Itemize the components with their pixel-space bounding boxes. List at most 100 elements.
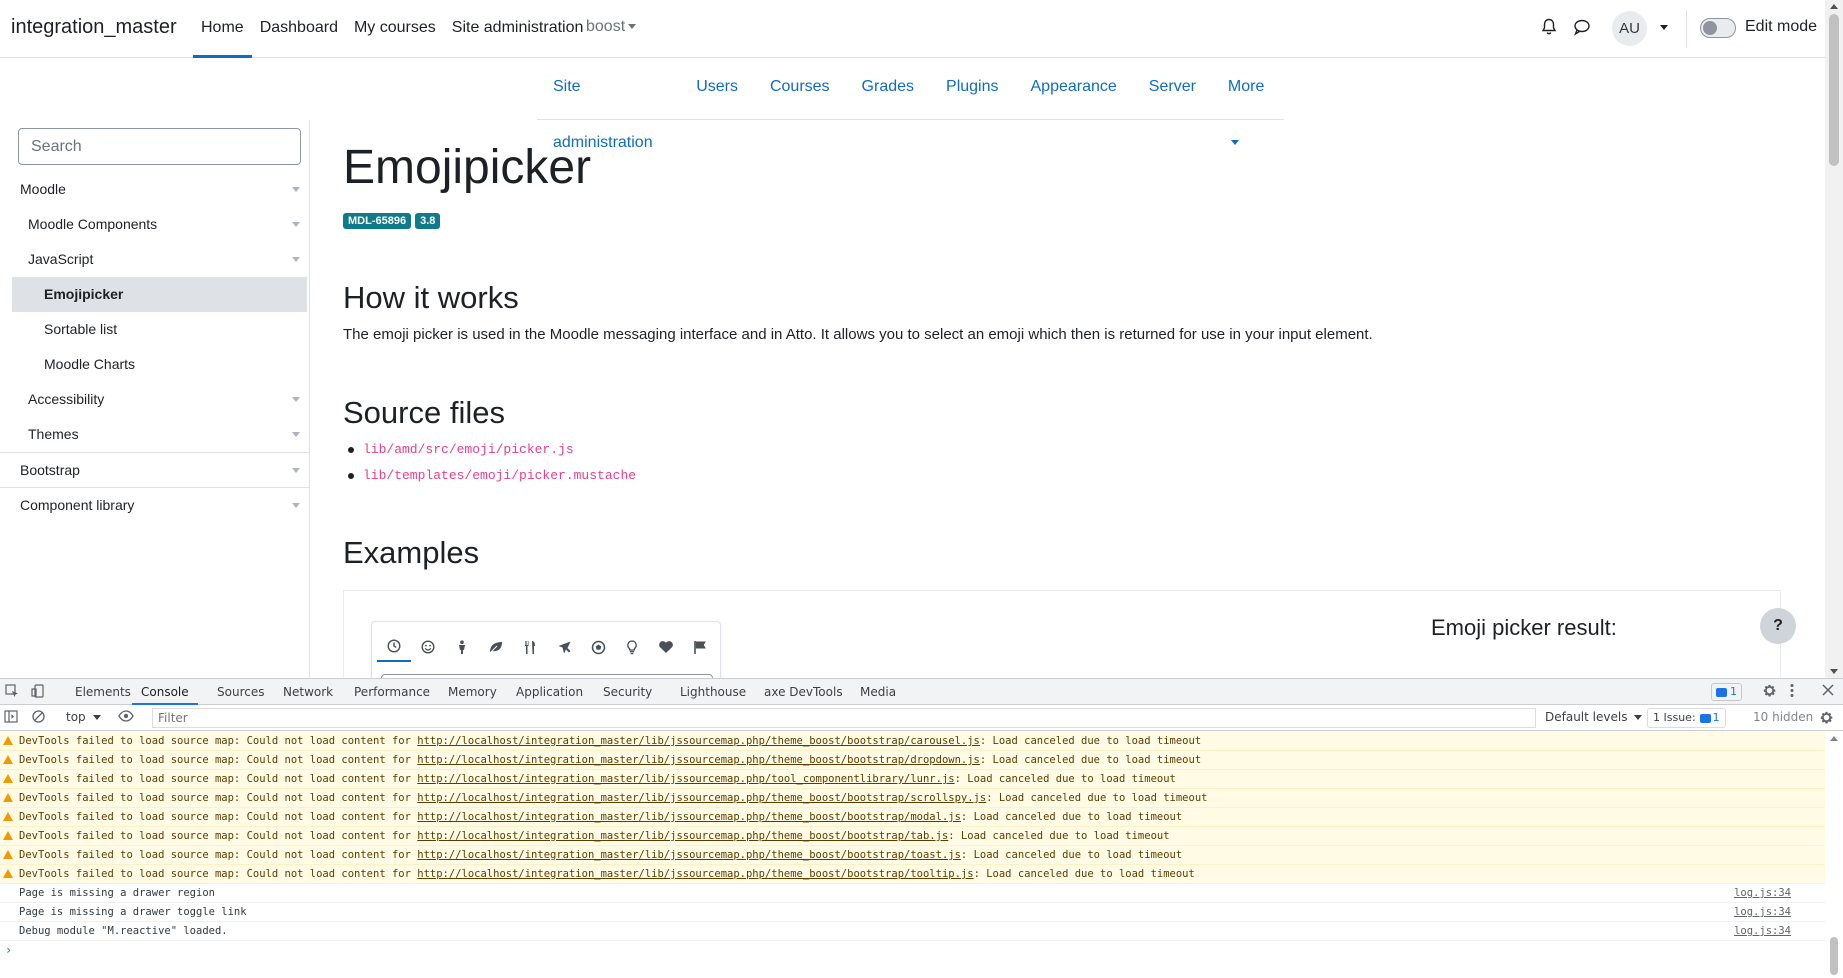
message-icon — [1716, 687, 1727, 697]
console-warning: DevTools failed to load source map: Coul… — [0, 770, 1825, 789]
more-options-icon[interactable] — [1790, 683, 1794, 701]
nav-site-administration[interactable]: Site administration — [444, 0, 592, 58]
expand-icon[interactable] — [292, 468, 300, 473]
secnav-courses[interactable]: Courses — [754, 59, 846, 119]
lightbulb-icon[interactable] — [615, 632, 649, 662]
page-scrollbar[interactable] — [1825, 0, 1843, 678]
tree-item-sortable-list[interactable]: Sortable list — [0, 312, 310, 347]
smiley-icon[interactable] — [411, 632, 445, 662]
settings-gear-icon[interactable] — [1762, 683, 1777, 701]
tree-item-moodle-components[interactable]: Moodle Components — [0, 207, 310, 242]
secnav-appearance[interactable]: Appearance — [1015, 59, 1133, 119]
devtools-tab-network[interactable]: Network — [283, 679, 333, 705]
issues-chip[interactable]: 1 — [1711, 683, 1742, 701]
log-source-link[interactable]: log.js:34 — [1734, 903, 1791, 921]
expand-icon[interactable] — [292, 222, 300, 227]
edit-mode-toggle[interactable] — [1700, 18, 1736, 38]
tree-item-moodle[interactable]: Moodle — [0, 172, 310, 207]
inspect-element-icon[interactable] — [5, 684, 19, 701]
secnav-grades[interactable]: Grades — [846, 59, 930, 119]
sidebar-search-input[interactable] — [18, 128, 301, 165]
scroll-up-arrow-icon[interactable] — [1830, 4, 1838, 9]
nav-my-courses[interactable]: My courses — [346, 0, 444, 58]
tree-item-themes[interactable]: Themes — [0, 417, 310, 452]
tree-item-moodle-charts[interactable]: Moodle Charts — [0, 347, 310, 382]
source-map-link[interactable]: http://localhost/integration_master/lib/… — [417, 830, 948, 842]
tree-item-label: Sortable list — [44, 321, 118, 337]
leaf-icon[interactable] — [479, 632, 513, 662]
log-source-link[interactable]: log.js:34 — [1734, 922, 1791, 940]
tree-item-component-library[interactable]: Component library — [0, 487, 310, 522]
messages-chat-icon[interactable] — [1573, 18, 1591, 40]
expand-icon[interactable] — [292, 257, 300, 262]
devtools-tab-memory[interactable]: Memory — [448, 679, 497, 705]
clear-console-icon[interactable] — [32, 710, 45, 726]
devtools-tab-media[interactable]: Media — [860, 679, 896, 705]
plane-icon[interactable] — [547, 632, 581, 662]
site-brand[interactable]: integration_master — [11, 16, 177, 39]
issues-button[interactable]: 1 Issue: 1 — [1647, 708, 1726, 728]
console-scrollbar-thumb[interactable] — [1830, 937, 1838, 975]
help-button[interactable]: ? — [1760, 608, 1796, 644]
secnav-plugins[interactable]: Plugins — [930, 59, 1014, 119]
devtools-tab-elements[interactable]: Elements — [75, 679, 131, 705]
source-map-link[interactable]: http://localhost/integration_master/lib/… — [417, 849, 961, 861]
close-icon[interactable] — [1822, 684, 1834, 699]
notifications-bell-icon[interactable] — [1541, 18, 1557, 40]
expand-icon[interactable] — [292, 397, 300, 402]
devtools-tab-security[interactable]: Security — [603, 679, 652, 705]
source-map-link[interactable]: http://localhost/integration_master/lib/… — [417, 735, 980, 747]
user-menu-chevron-icon[interactable] — [1660, 25, 1668, 30]
heart-icon[interactable] — [649, 632, 683, 662]
tree-item-javascript[interactable]: JavaScript — [0, 242, 310, 277]
context-selector-label: top — [66, 710, 86, 724]
theme-dropdown[interactable]: boost — [586, 18, 637, 36]
expand-icon[interactable] — [292, 187, 300, 192]
live-expression-eye-icon[interactable] — [118, 710, 134, 725]
how-it-works-heading: How it works — [343, 280, 519, 315]
console-settings-gear-icon[interactable] — [1819, 710, 1834, 728]
devtools-tab-performance[interactable]: Performance — [354, 679, 430, 705]
source-map-link[interactable]: http://localhost/integration_master/lib/… — [417, 868, 973, 880]
person-icon[interactable] — [445, 632, 479, 662]
secnav-more[interactable]: More — [1212, 59, 1284, 146]
source-map-link[interactable]: http://localhost/integration_master/lib/… — [417, 754, 980, 766]
source-map-link[interactable]: http://localhost/integration_master/lib/… — [417, 792, 986, 804]
nav-dashboard[interactable]: Dashboard — [252, 0, 346, 58]
devtools-tab-axe[interactable]: axe DevTools — [764, 679, 843, 705]
clock-icon[interactable] — [377, 632, 411, 662]
expand-icon[interactable] — [292, 432, 300, 437]
source-map-link[interactable]: http://localhost/integration_master/lib/… — [417, 811, 961, 823]
tree-item-emojipicker[interactable]: Emojipicker — [12, 277, 307, 312]
console-prompt[interactable]: › — [0, 941, 1825, 959]
device-toolbar-icon[interactable] — [31, 684, 45, 701]
tracker-badge[interactable]: MDL-65896 — [343, 213, 412, 229]
tree-item-bootstrap[interactable]: Bootstrap — [0, 452, 310, 487]
source-files-heading: Source files — [343, 395, 505, 430]
log-text: Page is missing a drawer region — [19, 887, 215, 899]
source-map-link[interactable]: http://localhost/integration_master/lib/… — [417, 773, 954, 785]
nav-home[interactable]: Home — [193, 0, 252, 58]
devtools-tab-lighthouse[interactable]: Lighthouse — [680, 679, 746, 705]
devtools-tab-application[interactable]: Application — [516, 679, 583, 705]
log-source-link[interactable]: log.js:34 — [1734, 884, 1791, 902]
secnav-site-administration[interactable]: Site administration — [537, 59, 680, 151]
tree-item-accessibility[interactable]: Accessibility — [0, 382, 310, 417]
context-selector[interactable]: top — [66, 710, 101, 724]
expand-icon[interactable] — [292, 503, 300, 508]
console-scrollbar[interactable] — [1825, 732, 1843, 978]
devtools-tab-sources[interactable]: Sources — [217, 679, 264, 705]
scroll-down-arrow-icon[interactable] — [1830, 669, 1838, 674]
flag-icon[interactable] — [683, 632, 717, 662]
secnav-server[interactable]: Server — [1133, 59, 1212, 119]
page-scrollbar-thumb[interactable] — [1829, 14, 1839, 166]
devtools-tab-console[interactable]: Console — [132, 679, 198, 705]
utensils-icon[interactable] — [513, 632, 547, 662]
user-avatar[interactable]: AU — [1612, 11, 1647, 46]
ball-icon[interactable] — [581, 632, 615, 662]
secnav-users[interactable]: Users — [680, 59, 754, 119]
scroll-up-arrow-icon[interactable] — [1830, 736, 1838, 741]
sidebar-toggle-icon[interactable] — [4, 710, 18, 726]
log-levels-dropdown[interactable]: Default levels — [1545, 710, 1643, 724]
console-filter-input[interactable] — [152, 708, 1536, 728]
